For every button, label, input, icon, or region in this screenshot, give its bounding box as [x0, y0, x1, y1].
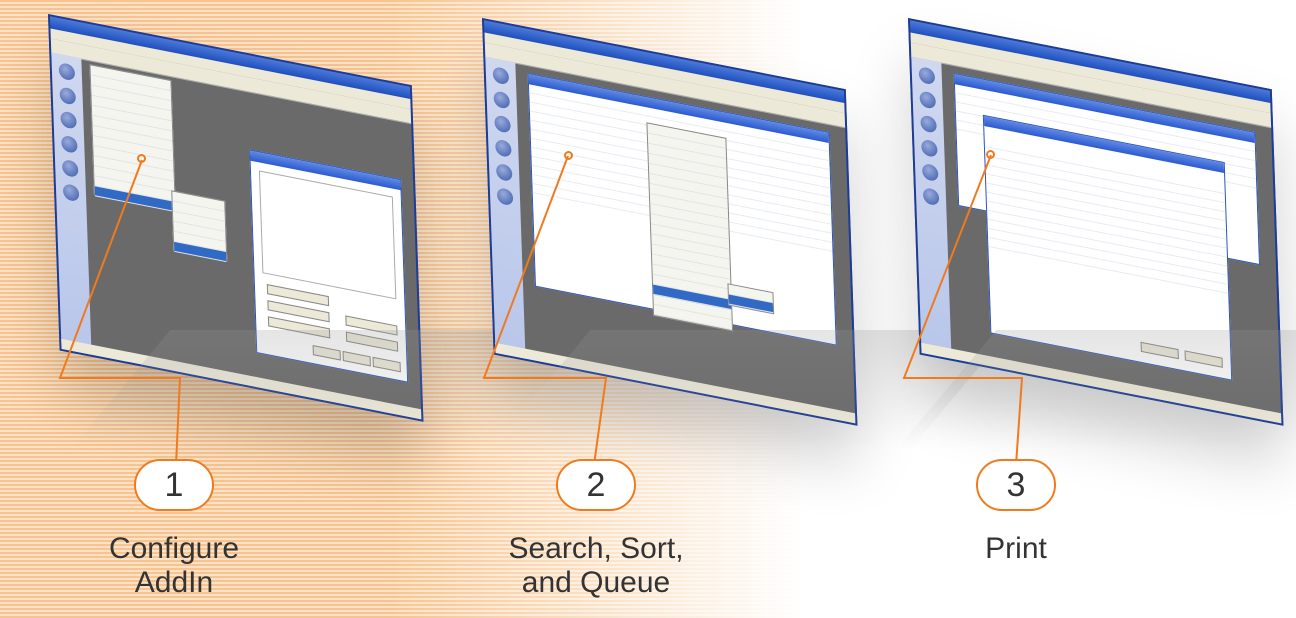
step-caption: Configure AddIn: [44, 532, 304, 600]
caption-line: AddIn: [134, 566, 214, 599]
step-panel-2: 2 Search, Sort, and Queue: [430, 0, 1011, 618]
callout-leader-line: [58, 159, 182, 466]
step-caption: Search, Sort, and Queue: [466, 532, 726, 600]
circle-marker-icon: [564, 151, 573, 160]
caption-line: Configure: [108, 532, 240, 565]
step-panel-1: 1 Configure AddIn: [0, 0, 591, 618]
circle-marker-icon: [137, 154, 146, 163]
callout-leader-line: [902, 154, 1024, 466]
caption-line: and Queue: [521, 566, 671, 599]
step-number-badge: 1: [134, 459, 214, 511]
step-panel-3: 3 Print: [856, 0, 1296, 618]
step-number-badge: 3: [976, 459, 1056, 511]
step-number-badge: 2: [556, 459, 636, 511]
callout-leader-line: [482, 155, 608, 466]
circle-marker-icon: [986, 150, 995, 159]
caption-line: Print: [985, 532, 1047, 565]
step-caption: Print: [886, 532, 1146, 566]
caption-line: Search, Sort,: [508, 532, 684, 565]
